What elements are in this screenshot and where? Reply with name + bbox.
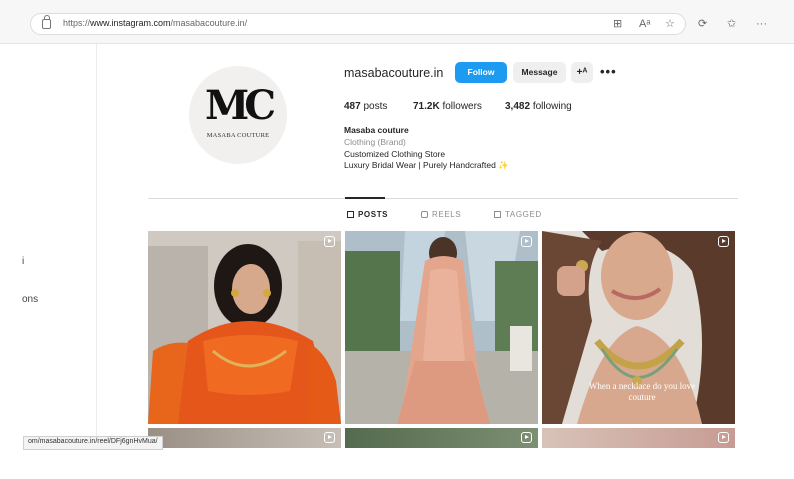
active-tab-indicator (345, 197, 385, 199)
address-bar[interactable]: https://www.instagram.com/masabacouture.… (30, 13, 686, 35)
lock-icon (42, 15, 51, 29)
post-caption-overlay: When a necklace do you love couture (588, 381, 696, 402)
reel-icon (324, 432, 335, 443)
tab-tagged[interactable]: TAGGED (494, 210, 542, 219)
post-thumbnail[interactable] (345, 231, 538, 424)
followers-stat[interactable]: 71.2K followers (413, 101, 482, 112)
post-image (345, 231, 538, 424)
add-user-icon[interactable]: +ᴬ (571, 62, 593, 83)
bio-name: Masaba couture (344, 125, 409, 135)
avatar-monogram: MC (204, 82, 276, 129)
more-options-icon[interactable]: ··· (756, 18, 767, 30)
profile-username: masabacouture.in (344, 66, 444, 80)
tab-reels[interactable]: REELS (421, 210, 461, 219)
reel-icon (718, 236, 729, 247)
grid-icon (347, 211, 354, 218)
post-thumbnail[interactable] (542, 428, 735, 448)
bio-line: Luxury Bridal Wear | Purely Handcrafted … (344, 160, 509, 170)
reel-icon (324, 236, 335, 247)
favorite-star-icon[interactable]: ☆ (665, 18, 675, 30)
message-button[interactable]: Message (513, 62, 566, 83)
posts-stat: 487 posts (344, 101, 388, 112)
post-thumbnail[interactable] (345, 428, 538, 448)
read-aloud-icon[interactable]: Aᵃ (639, 18, 650, 30)
reels-icon (421, 211, 428, 218)
reel-icon (521, 432, 532, 443)
sparkle-icon: ✨ (498, 160, 509, 170)
avatar-brand-text: MASABA COUTURE (206, 132, 270, 139)
follow-button[interactable]: Follow (455, 62, 507, 83)
left-sidebar: i ons (0, 44, 97, 444)
bio-line: Customized Clothing Store (344, 149, 446, 159)
post-thumbnail[interactable]: When a necklace do you love couture (542, 231, 735, 424)
sidebar-item-fragment[interactable]: i (22, 256, 24, 267)
browser-toolbar: https://www.instagram.com/masabacouture.… (0, 0, 794, 44)
reader-view-icon[interactable]: ⊞ (613, 18, 622, 30)
reel-icon (521, 236, 532, 247)
reel-icon (718, 432, 729, 443)
tag-icon (494, 211, 501, 218)
bio-category: Clothing (Brand) (344, 137, 406, 147)
post-image (148, 231, 341, 424)
status-bar-link: om/masabacouture.in/reel/DFj6gnHvMua/ (23, 436, 163, 450)
favorites-icon[interactable]: ✩ (727, 18, 736, 30)
profile-avatar[interactable]: MC MASABA COUTURE (189, 66, 287, 164)
url-text[interactable]: https://www.instagram.com/masabacouture.… (63, 18, 247, 28)
post-thumbnail[interactable] (148, 231, 341, 424)
following-stat[interactable]: 3,482 following (505, 101, 572, 112)
tabs-divider (148, 198, 738, 199)
tab-posts[interactable]: POSTS (347, 210, 388, 219)
more-options-icon[interactable]: ••• (600, 64, 617, 79)
extensions-icon[interactable]: ⟳ (698, 18, 707, 30)
sidebar-item-fragment[interactable]: ons (22, 294, 38, 305)
post-thumbnail[interactable] (148, 428, 341, 448)
